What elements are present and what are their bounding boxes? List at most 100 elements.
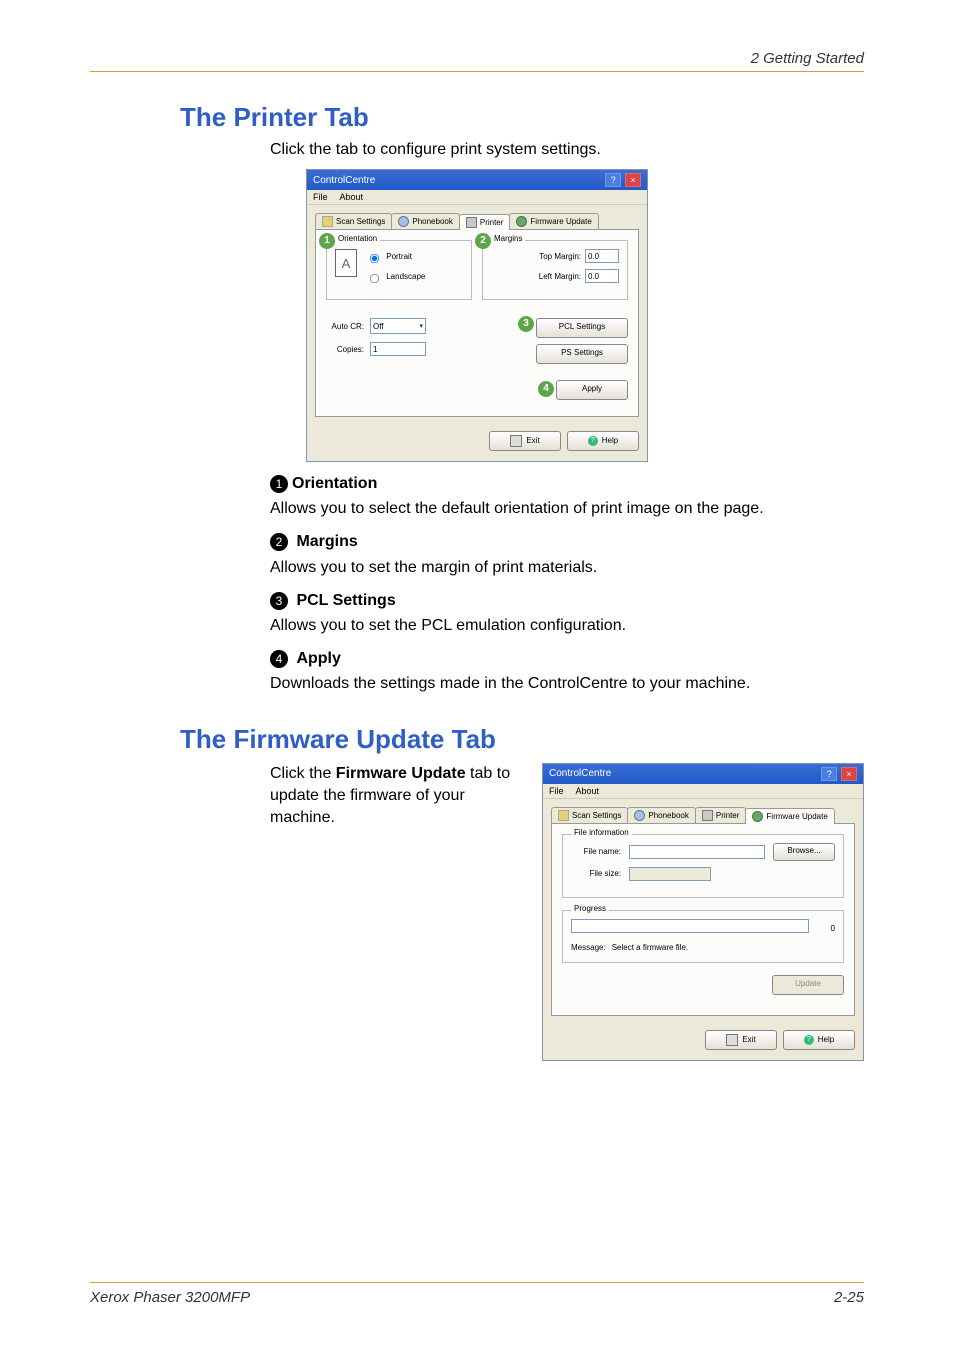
radio-portrait[interactable]: Portrait xyxy=(363,249,425,265)
progress-bar xyxy=(571,919,809,933)
page-footer: Xerox Phaser 3200MFP 2-25 xyxy=(90,1282,864,1306)
firmware-tab-panel: File information File name: Browse... Fi… xyxy=(551,823,855,1016)
message-value: Select a firmware file. xyxy=(612,943,688,952)
file-info-legend: File information xyxy=(571,828,632,837)
chapter-header: 2 Getting Started xyxy=(90,50,864,72)
help-button[interactable]: ?Help xyxy=(783,1030,855,1050)
progress-legend: Progress xyxy=(571,904,609,913)
menu-file[interactable]: File xyxy=(549,786,564,796)
file-name-input[interactable] xyxy=(629,845,765,859)
tab-firmware[interactable]: Firmware Update xyxy=(745,808,834,824)
callout-1: 1 xyxy=(319,233,335,249)
ps-settings-button[interactable]: PS Settings xyxy=(536,344,628,364)
menu-about[interactable]: About xyxy=(576,786,600,796)
item-4-desc: Downloads the settings made in the Contr… xyxy=(270,672,864,695)
tab-scan[interactable]: Scan Settings xyxy=(551,807,628,823)
phonebook-icon xyxy=(398,216,409,227)
callout-3: 3 xyxy=(518,316,534,332)
bullet-3: 3 xyxy=(270,592,288,610)
radio-landscape[interactable]: Landscape xyxy=(363,269,425,285)
orientation-preview-icon: A xyxy=(335,249,357,277)
window-help-icon[interactable]: ? xyxy=(605,173,621,187)
scan-icon xyxy=(558,810,569,821)
footer-left: Xerox Phaser 3200MFP xyxy=(90,1289,250,1306)
bullet-1: 1 xyxy=(270,475,288,493)
copies-label: Copies: xyxy=(326,345,364,354)
tab-phonebook[interactable]: Phonebook xyxy=(391,213,459,229)
tab-printer[interactable]: Printer xyxy=(695,807,747,823)
exit-button[interactable]: Exit xyxy=(489,431,561,451)
margins-group: 2 Margins Top Margin: Left Margin: xyxy=(482,240,628,300)
bullet-2: 2 xyxy=(270,533,288,551)
left-margin-input[interactable] xyxy=(585,269,619,283)
item-1-desc: Allows you to select the default orienta… xyxy=(270,497,864,520)
titlebar: ControlCentre ? × xyxy=(307,170,647,190)
tabs-row: Scan Settings Phonebook Printer Firmware… xyxy=(315,213,639,229)
window-controls: ? × xyxy=(604,173,641,187)
help-button[interactable]: ?Help xyxy=(567,431,639,451)
item-4-title: Apply xyxy=(296,650,340,667)
close-icon[interactable]: × xyxy=(625,173,641,187)
titlebar: ControlCentre ? × xyxy=(543,764,863,784)
left-margin-label: Left Margin: xyxy=(539,272,581,281)
autocr-dropdown[interactable]: Off xyxy=(370,318,426,334)
item-2-title: Margins xyxy=(296,533,357,550)
phonebook-icon xyxy=(634,810,645,821)
window-title: ControlCentre xyxy=(313,175,375,186)
window-title: ControlCentre xyxy=(549,768,611,779)
tabs-row: Scan Settings Phonebook Printer Firmware… xyxy=(551,807,855,823)
help-icon: ? xyxy=(804,1035,814,1045)
item-2-desc: Allows you to set the margin of print ma… xyxy=(270,556,864,579)
close-icon[interactable]: × xyxy=(841,767,857,781)
exit-icon xyxy=(726,1034,738,1046)
bullet-4: 4 xyxy=(270,650,288,668)
pcl-settings-button[interactable]: PCL Settings xyxy=(536,318,628,338)
callout-2: 2 xyxy=(475,233,491,249)
tab-scan[interactable]: Scan Settings xyxy=(315,213,392,229)
help-icon: ? xyxy=(588,436,598,446)
file-size-display xyxy=(629,867,711,881)
exit-icon xyxy=(510,435,522,447)
progress-percent: 0 xyxy=(815,924,835,933)
orientation-legend: Orientation xyxy=(335,234,380,243)
tab-phonebook[interactable]: Phonebook xyxy=(627,807,695,823)
window-help-icon[interactable]: ? xyxy=(821,767,837,781)
printer-intro: Click the tab to configure print system … xyxy=(270,141,864,159)
margins-legend: Margins xyxy=(491,234,525,243)
menu-about[interactable]: About xyxy=(340,192,364,202)
firmware-intro: Click the Firmware Update tab to update … xyxy=(270,763,522,830)
firmware-tab-screenshot: ControlCentre ? × File About Scan Settin… xyxy=(542,763,864,1061)
printer-tab-panel: 1 Orientation A Portrait Landscape 2 M xyxy=(315,229,639,417)
update-button[interactable]: Update xyxy=(772,975,844,995)
progress-group: Progress 0 Message: Select a firmware fi… xyxy=(562,910,844,963)
item-3-title: PCL Settings xyxy=(296,592,395,609)
printer-icon xyxy=(466,217,477,228)
exit-button[interactable]: Exit xyxy=(705,1030,777,1050)
menu-file[interactable]: File xyxy=(313,192,328,202)
firmware-icon xyxy=(516,216,527,227)
printer-icon xyxy=(702,810,713,821)
tab-printer[interactable]: Printer xyxy=(459,214,511,230)
callout-4: 4 xyxy=(538,381,554,397)
item-1-title: Orientation xyxy=(292,475,377,492)
item-3-desc: Allows you to set the PCL emulation conf… xyxy=(270,614,864,637)
top-margin-input[interactable] xyxy=(585,249,619,263)
autocr-label: Auto CR: xyxy=(326,322,364,331)
top-margin-label: Top Margin: xyxy=(539,252,581,261)
apply-button[interactable]: Apply xyxy=(556,380,628,400)
footer-right: 2-25 xyxy=(834,1289,864,1306)
section-printer-heading: The Printer Tab xyxy=(180,102,864,133)
tab-firmware[interactable]: Firmware Update xyxy=(509,213,598,229)
file-size-label: File size: xyxy=(571,869,621,878)
menubar: File About xyxy=(307,190,647,205)
window-controls: ? × xyxy=(820,767,857,781)
scan-icon xyxy=(322,216,333,227)
browse-button[interactable]: Browse... xyxy=(773,843,835,861)
copies-input[interactable] xyxy=(370,342,426,356)
orientation-group: 1 Orientation A Portrait Landscape xyxy=(326,240,472,300)
file-name-label: File name: xyxy=(571,847,621,856)
message-label: Message: xyxy=(571,943,606,952)
file-info-group: File information File name: Browse... Fi… xyxy=(562,834,844,898)
printer-tab-screenshot: ControlCentre ? × File About Scan Settin… xyxy=(306,169,648,462)
firmware-icon xyxy=(752,811,763,822)
